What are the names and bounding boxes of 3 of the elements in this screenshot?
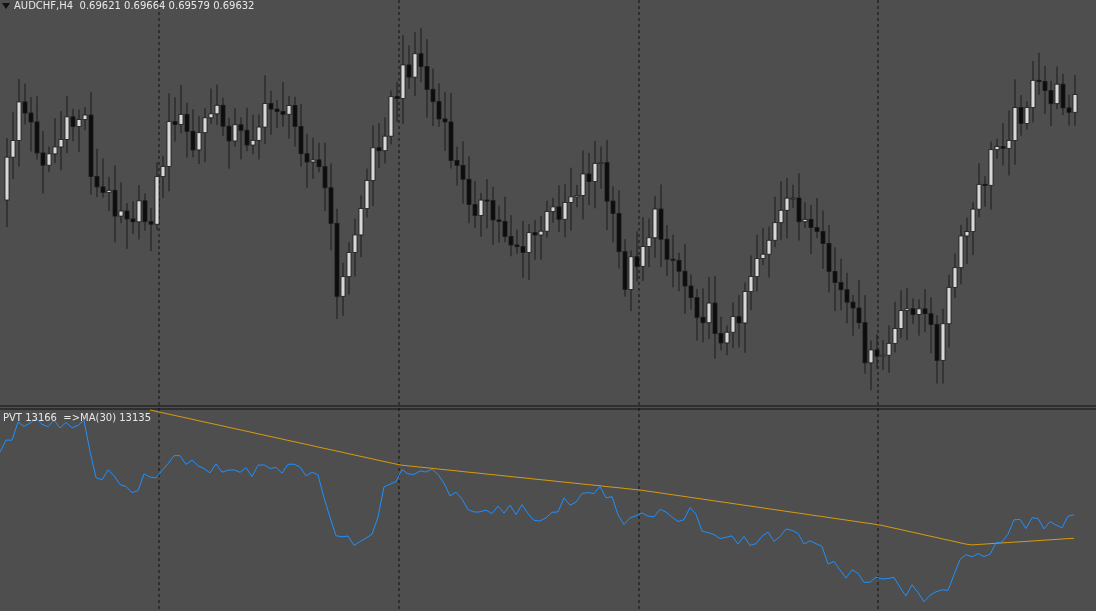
- indicator-label: PVT 13166 =>MA(30) 13135: [3, 412, 152, 424]
- dropdown-triangle-icon[interactable]: [2, 3, 10, 9]
- symbol-price-line: AUDCHF,H4 0.69621 0.69664 0.69579 0.69632: [14, 0, 255, 12]
